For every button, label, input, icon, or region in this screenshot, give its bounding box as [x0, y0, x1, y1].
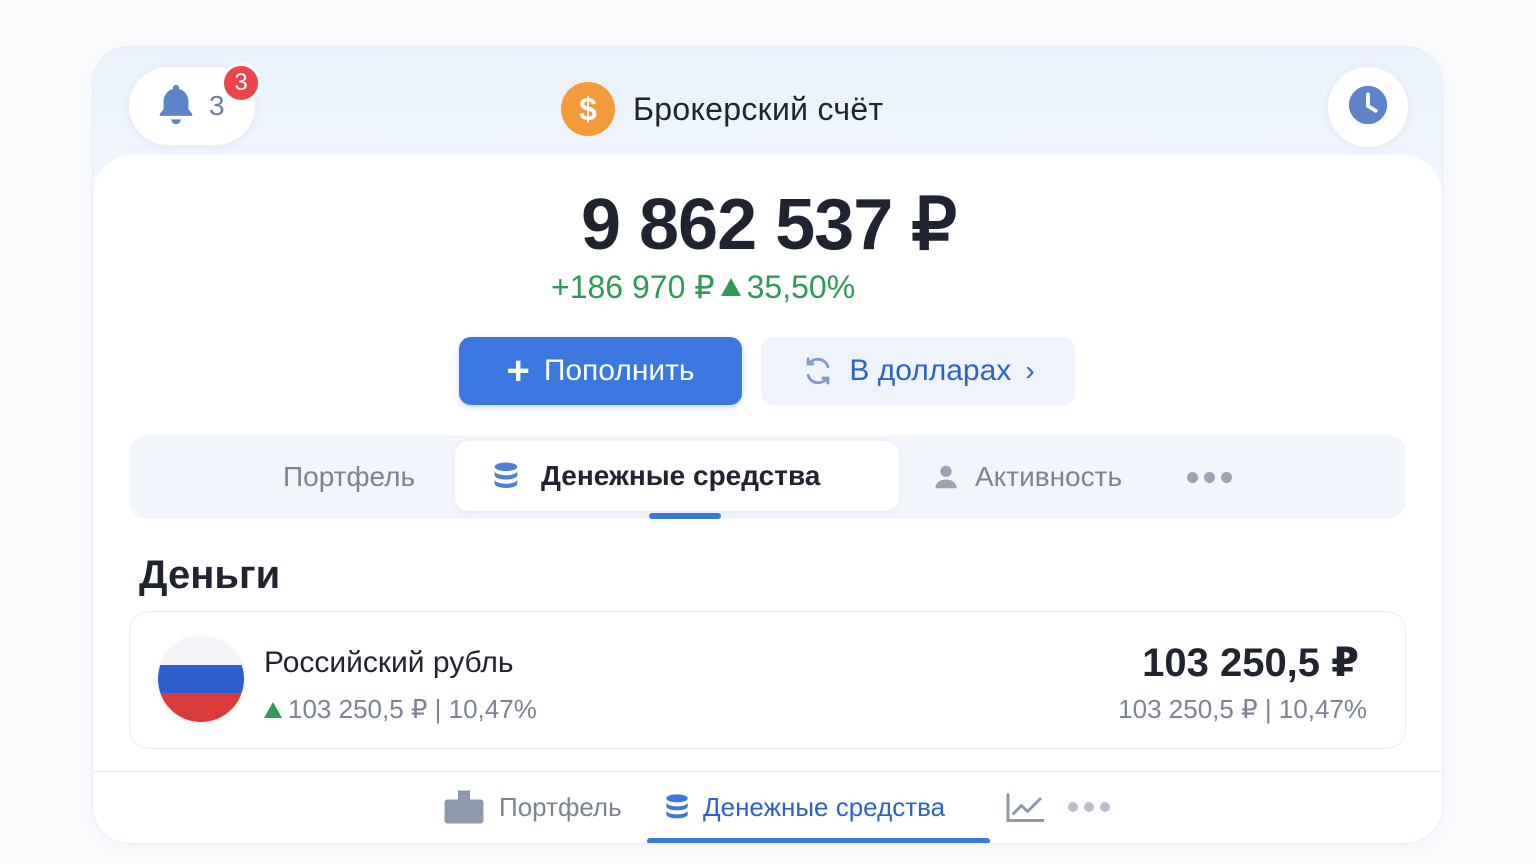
- bottom-nav-portfolio[interactable]: Портфель: [443, 772, 622, 842]
- currency-name: Российский рубль: [264, 646, 514, 679]
- bottom-nav-cash-label: Денежные средства: [703, 791, 946, 822]
- tab-activity[interactable]: Активность: [931, 435, 1122, 519]
- list-item-rub[interactable]: Российский рубль 103 250,5 ₽ | 10,47% 10…: [129, 611, 1406, 749]
- change-amount: +186 970 ₽: [551, 269, 715, 305]
- plus-icon: +: [506, 349, 530, 393]
- deposit-label: Пополнить: [543, 354, 695, 387]
- currency-toggle-label: В долларах: [849, 354, 1012, 387]
- notifications-count: 3: [209, 90, 225, 121]
- account-window: 3 3 $ Брокерский счёт 9 862 537 ₽ +186 9…: [92, 46, 1443, 844]
- chart-line-icon: [1005, 790, 1047, 824]
- tab-portfolio[interactable]: Портфель: [283, 435, 415, 519]
- tab-bar: Портфель Денежные средства Активность: [129, 435, 1406, 519]
- tab-portfolio-label: Портфель: [283, 461, 416, 492]
- tab-cash-label: Денежные средства: [541, 460, 821, 491]
- currency-amount: 103 250,5 ₽: [1142, 641, 1359, 685]
- refresh-icon: [801, 354, 835, 388]
- bottom-nav-chart[interactable]: [1005, 772, 1047, 842]
- database-icon: [661, 791, 693, 823]
- briefcase-icon: [443, 789, 485, 825]
- tab-active-indicator: [649, 513, 721, 519]
- bottom-nav-more[interactable]: [1068, 772, 1110, 842]
- currency-change-value: 103 250,5 ₽ | 10,47%: [288, 694, 537, 724]
- page-title-group: $ Брокерский счёт: [561, 81, 883, 137]
- tab-activity-label: Активность: [975, 461, 1123, 492]
- total-balance: 9 862 537 ₽: [580, 185, 957, 265]
- more-tabs-button[interactable]: [1187, 435, 1232, 519]
- change-percent: 35,50%: [746, 268, 856, 305]
- balance-change: +186 970 ₽ 35,50%: [551, 268, 856, 306]
- bell-icon: [153, 81, 199, 132]
- bottom-nav: Портфель Денежные средства: [93, 771, 1442, 843]
- russia-flag-icon: [158, 636, 244, 722]
- more-dots-icon: [1187, 471, 1232, 483]
- up-arrow-icon: [720, 278, 741, 296]
- chevron-right-icon: ›: [1025, 355, 1035, 386]
- currency-change: 103 250,5 ₽ | 10,47%: [264, 694, 537, 725]
- more-dots-icon: [1068, 802, 1110, 812]
- up-arrow-icon: [264, 701, 282, 718]
- bottom-nav-active-indicator: [647, 838, 990, 843]
- currency-toggle-button[interactable]: В долларах ›: [761, 337, 1075, 405]
- section-title-money: Деньги: [139, 553, 281, 597]
- database-icon: [489, 459, 523, 493]
- clock-icon: [1345, 82, 1391, 133]
- bottom-nav-portfolio-label: Портфель: [499, 791, 622, 822]
- dollar-coin-icon: $: [561, 82, 615, 136]
- currency-amount-sub: 103 250,5 ₽ | 10,47%: [1118, 694, 1367, 724]
- tab-cash[interactable]: Денежные средства: [455, 441, 899, 511]
- notification-badge: 3: [221, 63, 261, 103]
- page-title: Брокерский счёт: [633, 90, 884, 127]
- bottom-nav-cash[interactable]: Денежные средства: [661, 772, 945, 842]
- user-icon: [931, 462, 961, 492]
- history-button[interactable]: [1328, 67, 1408, 147]
- deposit-button[interactable]: + Пополнить: [459, 337, 742, 405]
- header: 3 3 $ Брокерский счёт: [93, 47, 1442, 167]
